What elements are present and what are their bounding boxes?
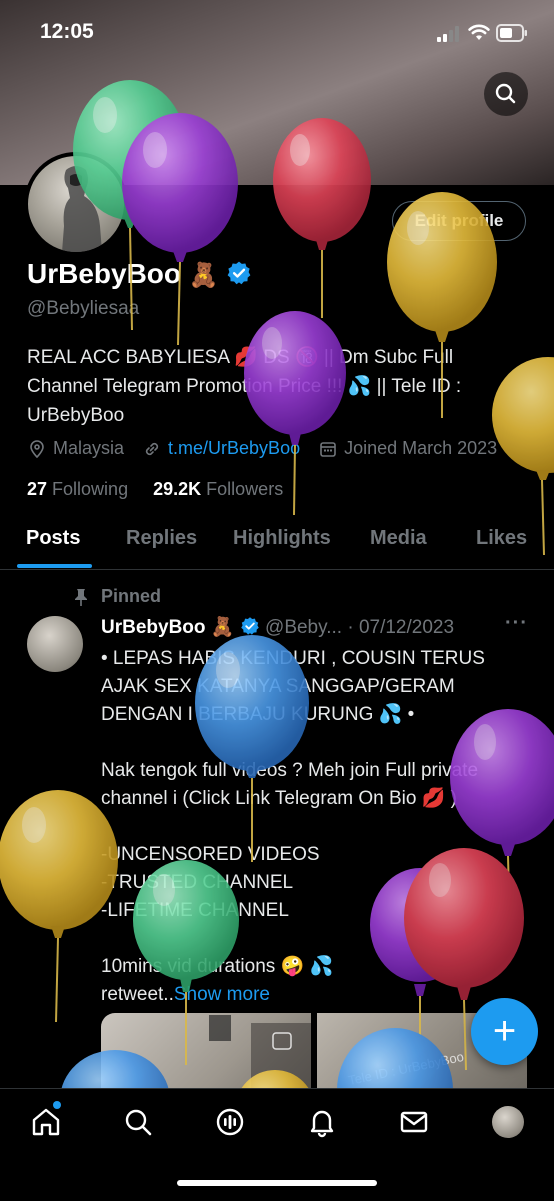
profile-name: UrBebyBoo 🧸 [27,258,252,290]
post-line: • LEPAS HABIS KENDURI , COUSIN TERUS [101,648,485,669]
notifications-icon[interactable] [306,1106,338,1138]
profile-link[interactable]: t.me/UrBebyBoo [168,438,300,459]
post-handle: @Beby... [265,617,343,638]
profile-meta: Malaysia t.me/UrBebyBoo Joined March 202… [27,438,497,459]
following-count: 27 [27,479,48,499]
media-watermark: Tele ID : UrBebyBoo [346,1048,466,1089]
post-line: -UNCENSORED VIDEOS [101,844,320,865]
post-line-blank [101,813,531,841]
profile-bio: REAL ACC BABYLIESA 💋 DS 🔞 || Dm Subc Ful… [27,343,537,430]
post-text[interactable]: • LEPAS HABIS KENDURI , COUSIN TERUS AJA… [101,645,531,1009]
followers-link[interactable]: 29.2K Followers [153,479,283,499]
home-notification-dot [53,1101,61,1109]
pinned-label: Pinned [101,586,162,606]
search-icon[interactable] [122,1106,154,1138]
pin-icon [72,587,90,612]
bio-line: Channel Telegram Promotion Price !!! 💦 |… [27,376,462,397]
post-line: channel i (Click Link Telegram On Bio 💋 … [101,788,457,809]
follow-stats: 27 Following 29.2K Followers [27,479,283,500]
profile-name-text: UrBebyBoo [27,258,182,289]
tab-media[interactable]: Media [370,527,427,550]
post-line: AJAK SEX KATANYA SANGGAP/GERAM [101,676,455,697]
show-more-link[interactable]: Show more [174,984,270,1005]
post-line: -TRUSTED CHANNEL [101,872,294,893]
location-icon [30,439,44,458]
post-avatar[interactable] [27,616,83,672]
post-line: 10mins vid durations 🤪 💦 [101,956,334,977]
post-line: -LIFETIME CHANNEL [101,900,289,921]
compose-post-button[interactable]: + [471,998,538,1065]
tab-posts[interactable]: Posts [26,527,80,550]
verified-badge-icon [241,617,259,635]
verified-badge-icon[interactable] [226,260,252,286]
post-header: UrBebyBoo 🧸 @Beby... · 07/12/2023 [101,615,454,639]
signal-icon [437,26,461,42]
profile-tabs: Posts Replies Highlights Media Likes [0,515,554,570]
status-bar: 12:05 [0,0,554,66]
name-emoji: 🧸 [188,262,219,289]
profile-avatar[interactable] [24,152,128,256]
post-author[interactable]: UrBebyBoo [101,617,206,638]
edit-profile-button[interactable]: Edit profile [392,201,526,241]
link-icon [145,442,159,455]
post-line: Nak tengok full videos ? Meh join Full p… [101,760,479,781]
home-icon[interactable] [30,1106,62,1138]
post-last-text: retweet.. [101,984,174,1005]
post-line-blank [101,925,531,953]
location-text: Malaysia [53,438,125,458]
post-line-blank [101,729,531,757]
followers-count: 29.2K [153,479,202,499]
tab-highlights[interactable]: Highlights [233,527,331,550]
bio-line: REAL ACC BABYLIESA 💋 DS 🔞 || Dm Subc Ful… [27,347,454,368]
bio-line: UrBebyBoo [27,405,125,426]
home-indicator [177,1180,377,1186]
search-icon [495,83,516,104]
followers-label: Followers [206,479,284,499]
avatar[interactable] [492,1106,524,1138]
following-label: Following [52,479,129,499]
joined-date: Joined March 2023 [344,438,498,458]
search-button[interactable] [484,72,528,116]
post-line: DENGAN I BERBAJU KURUNG 💦 • [101,704,415,725]
tab-likes[interactable]: Likes [476,527,527,550]
following-link[interactable]: 27 Following [27,479,128,499]
messages-icon[interactable] [398,1106,430,1138]
wifi-icon [468,24,490,40]
post-date: · 07/12/2023 [347,617,455,638]
battery-icon [496,24,527,42]
status-time: 12:05 [40,20,94,43]
profile-handle: @Bebyliesaa [27,298,140,319]
spaces-icon[interactable] [214,1106,246,1138]
post-author-emoji: 🧸 [210,617,235,638]
active-tab-indicator [17,564,92,568]
avatar-photo [62,166,102,252]
post-line-last: retweet..Show more [101,981,531,1009]
post-more-button[interactable]: ··· [505,612,528,635]
tab-replies[interactable]: Replies [126,527,197,550]
calendar-icon [320,441,336,457]
